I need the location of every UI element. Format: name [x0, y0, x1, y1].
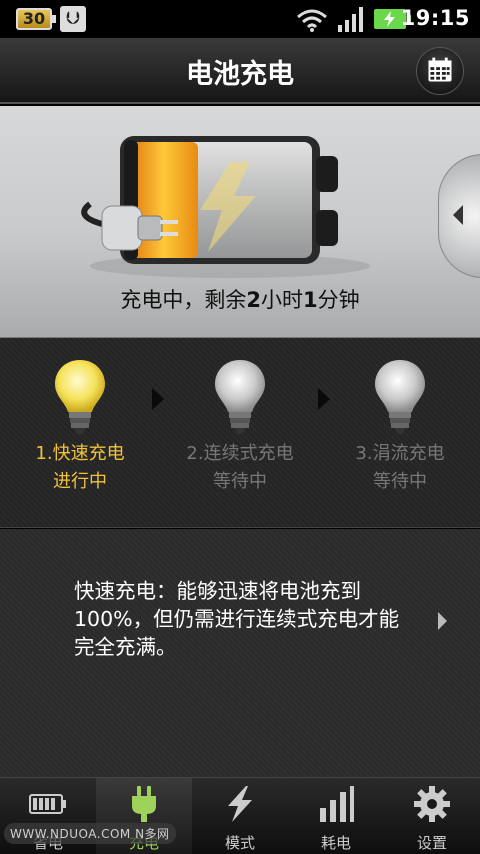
remaining-minutes: 1 — [303, 288, 318, 312]
chevron-right-icon — [438, 612, 447, 630]
stage-status: 等待中 — [373, 471, 427, 492]
hours-unit: 小时 — [261, 288, 303, 312]
stage-continuous-charge: 2.连续式充电 等待中 — [160, 356, 320, 496]
gear-icon — [414, 786, 450, 822]
nav-item-mode[interactable]: 模式 — [192, 778, 288, 854]
signal-icon — [338, 7, 363, 32]
charge-stages: 1.快速充电 进行中 2.连续式充电 等待中 3.涓流充电 等待中 — [0, 338, 480, 528]
nav-label: 耗电 — [320, 834, 351, 852]
stage-name: 2.连续式充电 — [186, 443, 294, 464]
remaining-prefix: 充电中，剩余 — [120, 288, 247, 312]
battery-graphic — [81, 136, 370, 278]
nav-item-settings[interactable]: 设置 — [384, 778, 480, 854]
usb-icon: ⮋ — [60, 6, 86, 32]
charge-remaining-text: 充电中，剩余2小时1分钟 — [0, 284, 480, 314]
status-time: 19:15 — [400, 6, 470, 30]
stage-name: 3.涓流充电 — [355, 443, 445, 464]
stage-status: 进行中 — [53, 471, 107, 492]
lightbulb-off-icon — [375, 360, 425, 434]
side-panel-toggle[interactable] — [438, 154, 480, 278]
stage-trickle-charge: 3.涓流充电 等待中 — [320, 356, 480, 496]
nav-item-consumption[interactable]: 耗电 — [288, 778, 384, 854]
stage-status: 等待中 — [213, 471, 267, 492]
nav-label: 设置 — [416, 834, 447, 852]
chevron-left-icon — [453, 205, 463, 225]
status-bar: 30 ⮋ 19:15 — [0, 0, 480, 38]
stage-name: 1.快速充电 — [35, 443, 125, 464]
nav-label: 模式 — [224, 834, 255, 852]
remaining-hours: 2 — [246, 288, 261, 312]
battery-level-badge: 30 — [16, 8, 56, 30]
minutes-unit: 分钟 — [317, 288, 360, 312]
calendar-icon — [428, 57, 452, 82]
stage-description-panel[interactable]: 快速充电：能够迅速将电池充到100%，但仍需进行连续式充电才能完全充满。 — [0, 529, 480, 777]
calendar-button[interactable] — [416, 47, 464, 95]
stage-fast-charge: 1.快速充电 进行中 — [0, 356, 160, 496]
app-header: 电池充电 — [0, 38, 480, 104]
lightbulb-off-icon — [215, 360, 265, 434]
watermark: WWW.NDUOA.COM N多网 — [4, 823, 176, 844]
plug-icon — [132, 786, 156, 822]
bolt-icon — [228, 786, 252, 822]
lightbulb-on-icon — [55, 360, 105, 434]
stage-description-text: 快速充电：能够迅速将电池充到100%，但仍需进行连续式充电才能完全充满。 — [74, 579, 400, 659]
bar-chart-icon — [320, 786, 354, 822]
page-title: 电池充电 — [186, 59, 294, 90]
battery-icon — [29, 794, 66, 814]
battery-panel: 充电中，剩余2小时1分钟 — [0, 106, 480, 338]
wifi-icon — [297, 9, 327, 32]
